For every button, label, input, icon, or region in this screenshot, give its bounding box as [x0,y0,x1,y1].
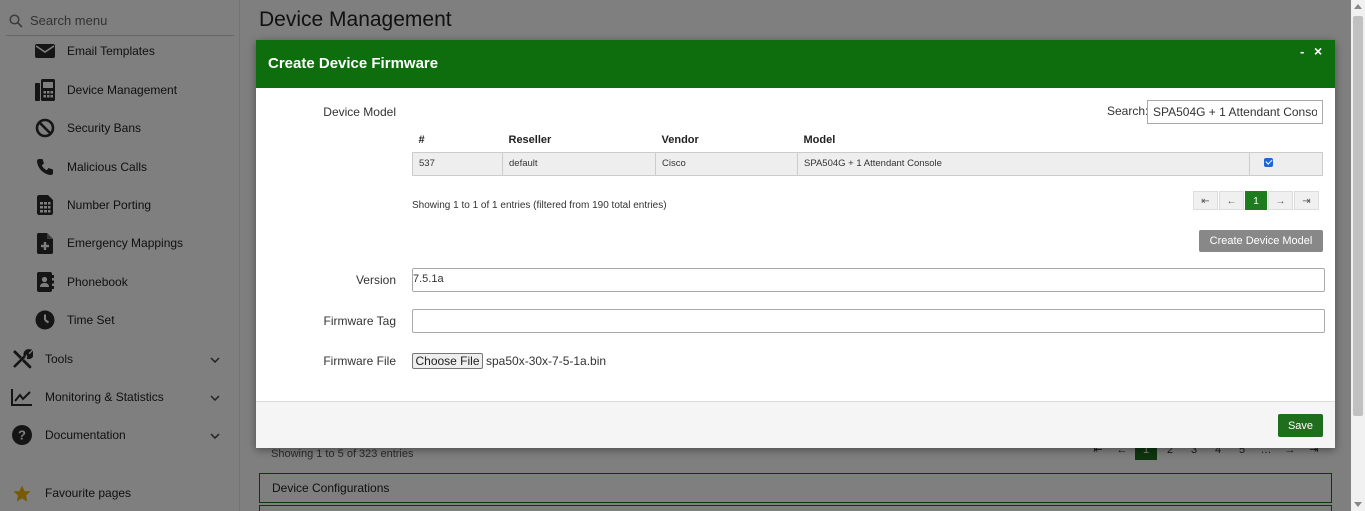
table-row[interactable]: 537 default Cisco SPA504G + 1 Attendant … [412,151,1323,176]
firmware-tag-label: Firmware Tag [323,314,396,328]
selected-file-name: spa50x-30x-7-5-1a.bin [486,354,607,368]
pager-first[interactable]: ⇤ [1193,191,1218,210]
version-input[interactable]: 7.5.1a [412,268,1325,292]
scrollbar[interactable] [1351,0,1365,511]
cell-vendor: Cisco [655,151,798,176]
col-vendor-header[interactable]: Vendor [655,128,798,153]
col-id-header[interactable]: # [412,128,503,153]
table-pagination: ⇤ ← 1 → ⇥ [1193,191,1319,210]
version-label: Version [355,273,396,287]
col-select-header [1249,128,1323,153]
create-device-model-button[interactable]: Create Device Model [1199,230,1323,252]
dialog-footer: Save [256,401,1335,448]
cell-id: 537 [412,151,503,176]
col-reseller-header[interactable]: Reseller [502,128,656,153]
minimize-button[interactable]: - [1300,44,1304,59]
cell-model: SPA504G + 1 Attendant Console [797,151,1250,176]
col-model-header[interactable]: Model [797,128,1250,153]
pager-next[interactable]: → [1268,191,1293,210]
cell-select [1249,151,1323,176]
dialog-title: Create Device Firmware [268,55,439,72]
create-device-firmware-dialog: Create Device Firmware - × Device Model … [256,40,1335,448]
search-label: Search: [1107,104,1149,118]
pager-last[interactable]: ⇥ [1294,191,1319,210]
table-header-row: # Reseller Vendor Model [412,128,1323,153]
save-button[interactable]: Save [1278,414,1323,437]
scrollbar-thumb[interactable] [1353,16,1363,416]
device-model-table: # Reseller Vendor Model 537 default Cisc… [412,128,1323,176]
row-checkbox[interactable] [1264,157,1273,167]
cell-reseller: default [502,151,656,176]
scroll-down-arrow[interactable] [1354,502,1362,507]
firmware-tag-input[interactable] [412,309,1325,333]
table-entries-info: Showing 1 to 1 of 1 entries (filtered fr… [412,200,667,211]
model-search-input[interactable] [1147,100,1323,124]
scroll-up-arrow[interactable] [1354,4,1362,9]
firmware-file-label: Firmware File [323,354,396,368]
choose-file-button[interactable]: Choose File [412,353,483,369]
close-button[interactable]: × [1314,43,1322,59]
pager-prev[interactable]: ← [1219,191,1244,210]
device-model-label: Device Model [323,105,396,119]
dialog-header: Create Device Firmware - × [256,40,1335,88]
pager-page[interactable]: 1 [1245,191,1267,210]
